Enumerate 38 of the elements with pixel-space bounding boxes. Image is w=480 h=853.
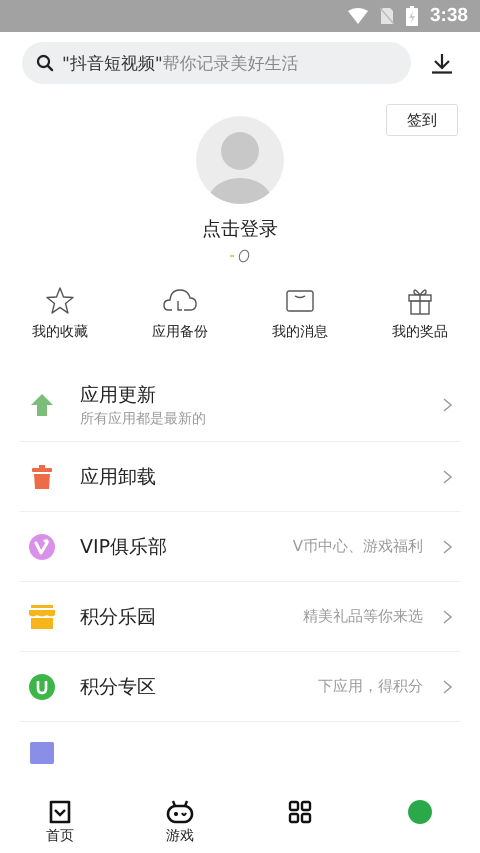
no-sim-icon [380,7,394,25]
nav-tab[interactable]: 游戏 [120,790,240,853]
shortcut-item[interactable]: 我的收藏 [0,286,120,341]
nav-tab[interactable]: 首页 [0,790,120,853]
download-icon[interactable] [431,52,453,74]
trash-icon [32,464,52,488]
profile-icon[interactable] [408,800,432,824]
status-time: 3:38 [430,5,468,27]
search-field[interactable]: "抖音短视频"帮你记录美好生活 [22,42,411,84]
star-icon [45,286,75,316]
chevron-right-icon [443,398,452,412]
level-dash-icon [230,255,234,257]
menu-item[interactable]: VIP俱乐部 V币中心、游戏福利 [20,512,460,582]
menu-item[interactable]: 积分专区 下应用，得积分 [20,652,460,722]
search-placeholder: "抖音短视频"帮你记录美好生活 [62,52,299,74]
shortcut-item[interactable]: 我的奖品 [360,286,480,341]
grid-icon[interactable] [288,800,312,824]
up-arrow-icon [30,393,54,417]
gamepad-icon [166,800,194,824]
shortcut-item[interactable]: 我的消息 [240,286,360,341]
shop-icon [29,604,55,628]
egg-icon [238,249,250,263]
search-icon [36,54,54,72]
chevron-right-icon [443,680,452,694]
vip-badge-icon [29,534,55,560]
chevron-right-icon [443,610,452,624]
menu-item[interactable]: 应用卸载 [20,442,460,512]
chevron-right-icon [443,540,452,554]
menu-item[interactable]: 应用更新 所有应用都是最新的 [20,369,460,442]
u-badge-icon [29,674,55,700]
login-prompt[interactable]: 点击登录 [202,216,278,242]
check-in-button[interactable]: 签到 [386,104,458,136]
wifi-icon [348,8,368,24]
menu-item[interactable]: 积分乐园 精美礼品等你来选 [20,582,460,652]
shortcut-item[interactable]: 应用备份 [120,286,240,341]
battery-icon [406,6,418,26]
chevron-right-icon [443,470,452,484]
home-icon [49,800,71,824]
